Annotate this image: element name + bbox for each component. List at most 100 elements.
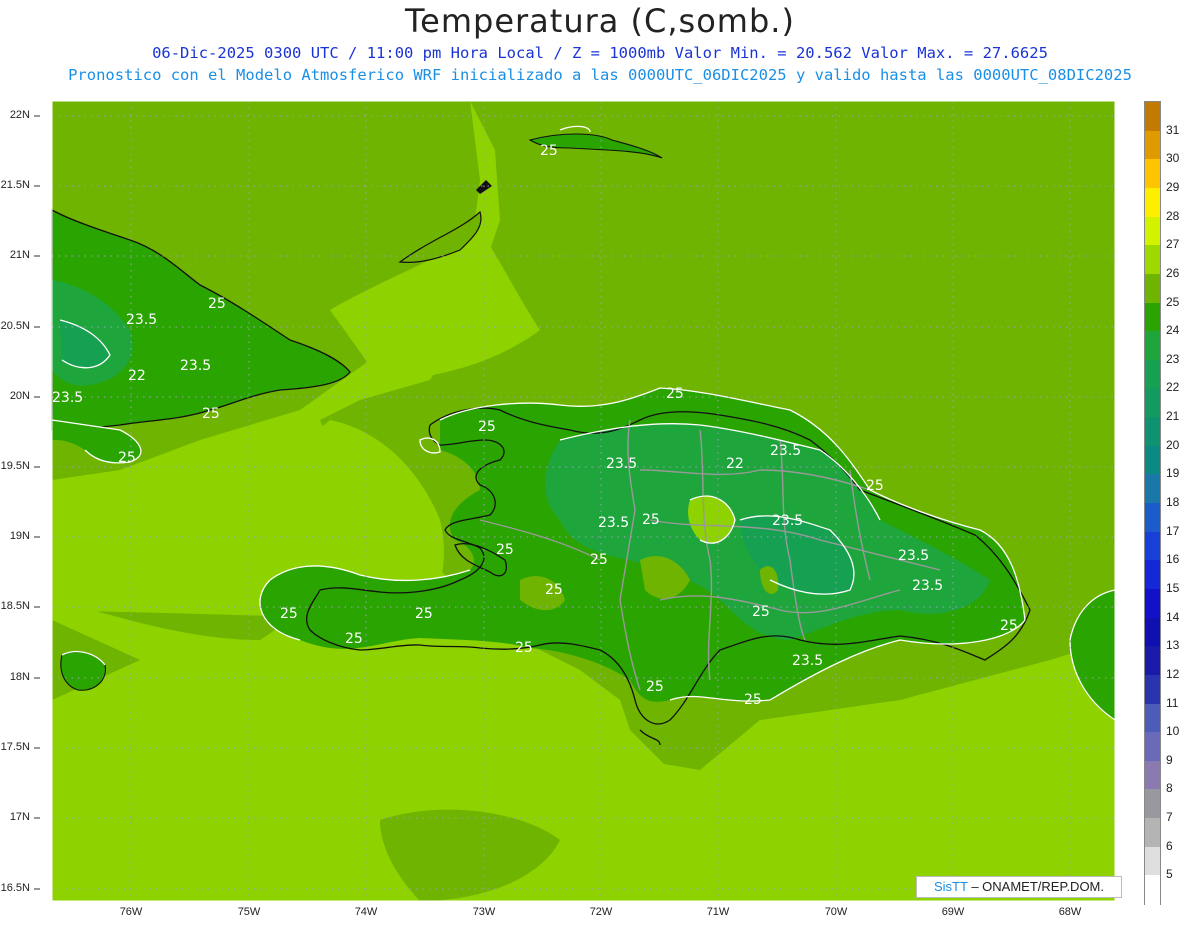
lat-label: 17N [9, 811, 30, 823]
color-scale-cell [1145, 302, 1160, 332]
contour-label: 23.5 [792, 653, 823, 669]
color-scale-label: 31 [1166, 122, 1180, 137]
contour-label: 23.5 [772, 513, 803, 529]
contour-label: 22 [726, 456, 744, 472]
lat-label: 20N [9, 390, 30, 402]
contour-label: 25 [202, 406, 220, 422]
color-scale-cell [1145, 273, 1160, 304]
contour-label: 25 [642, 512, 660, 528]
contour-label: 25 [496, 542, 514, 558]
contour-label: 23.5 [598, 515, 629, 531]
contour-label: 23.5 [180, 358, 211, 374]
contour-label: 25 [744, 692, 762, 708]
contour-label: 25 [280, 606, 298, 622]
color-scale-cell [1145, 617, 1160, 647]
color-scale-cell [1145, 503, 1160, 533]
lat-label: 18.5N [0, 600, 30, 612]
lat-label: 21N [9, 249, 30, 261]
color-scale-cell [1145, 159, 1160, 189]
contour-label: 25 [208, 296, 226, 312]
credit-box: SisTT – ONAMET/REP.DOM. [916, 876, 1122, 898]
lat-label: 17.5N [0, 741, 30, 753]
color-scale-label: 23 [1166, 351, 1180, 366]
contour-label: 25 [1000, 618, 1018, 634]
color-scale-label: 29 [1166, 179, 1180, 194]
color-scale-cell [1145, 818, 1160, 848]
color-scale-cell [1145, 875, 1160, 905]
color-scale-label: 13 [1166, 638, 1180, 653]
color-scale-cell [1145, 789, 1160, 819]
color-scale-label: 18 [1166, 495, 1180, 509]
contour-label: 25 [345, 631, 363, 647]
lon-label: 68W [1058, 906, 1082, 918]
lon-label: 75W [237, 906, 261, 918]
color-scale-cell [1145, 245, 1160, 275]
color-scale-cell [1145, 732, 1160, 762]
color-scale-cell [1145, 474, 1160, 504]
temperature-map: 25 25 23.5 23.5 22 23.5 25 25 25 25 23.5… [34, 100, 1116, 902]
contour-label: 25 [752, 604, 770, 620]
color-scale-label: 26 [1166, 265, 1180, 280]
color-scale-label: 8 [1166, 781, 1173, 796]
contour-label: 25 [646, 679, 664, 695]
lon-label: 74W [354, 906, 378, 918]
lat-label: 22N [9, 109, 30, 121]
credit-brand: SisTT [933, 879, 968, 894]
color-scale-label: 28 [1166, 208, 1180, 223]
contour-label: 23.5 [606, 456, 637, 472]
contour-label: 25 [415, 606, 433, 622]
color-scale-cell [1145, 846, 1160, 876]
color-scale-cell [1145, 531, 1160, 561]
lon-label: 71W [706, 906, 730, 918]
color-scale-label: 16 [1166, 552, 1180, 567]
color-scale-cell [1145, 417, 1160, 447]
lon-label: 72W [589, 906, 613, 918]
contour-label: 23.5 [912, 578, 943, 594]
color-scale-label: 17 [1166, 523, 1180, 538]
contour-label: 25 [478, 419, 496, 435]
color-scale-cell [1145, 216, 1160, 246]
color-scale-label: 24 [1166, 323, 1180, 338]
contour-label: 25 [515, 640, 533, 656]
contour-label: 25 [545, 582, 563, 598]
color-scale-cell [1145, 646, 1160, 676]
light-south [52, 700, 1115, 901]
color-scale-cell [1145, 331, 1160, 361]
contour-label: 23.5 [898, 548, 929, 564]
color-scale-label: 12 [1166, 666, 1180, 681]
color-scale-cell [1145, 674, 1160, 705]
contour-label: 25 [118, 450, 136, 466]
lat-label: 21.5N [0, 179, 30, 191]
color-scale-cell [1145, 703, 1160, 733]
lat-label: 19.5N [0, 460, 30, 472]
lon-label: 69W [941, 906, 965, 918]
contour-label: 23.5 [126, 312, 157, 328]
color-scale-cell [1145, 187, 1160, 218]
contour-label: 23.5 [52, 390, 83, 406]
contour-label: 25 [866, 478, 884, 494]
color-scale-bar [1144, 101, 1161, 905]
color-scale-label: 27 [1166, 237, 1180, 252]
color-scale-cell [1145, 560, 1160, 590]
lon-label: 70W [824, 906, 848, 918]
color-scale-cell [1145, 359, 1160, 390]
color-scale-cell [1145, 102, 1160, 132]
lat-label: 19N [9, 530, 30, 542]
color-scale-cell [1145, 588, 1160, 619]
contour-label: 25 [540, 143, 558, 159]
color-scale-cell [1145, 388, 1160, 418]
color-scale-cell [1145, 130, 1160, 160]
color-scale-label: 5 [1166, 867, 1173, 882]
contour-label: 25 [590, 552, 608, 568]
color-scale-label: 22 [1166, 380, 1180, 395]
lat-label: 18N [9, 671, 30, 683]
color-scale-label: 6 [1166, 838, 1173, 853]
color-scale-label: 7 [1166, 810, 1173, 825]
credit-org: ONAMET/REP.DOM. [982, 879, 1105, 894]
lon-label: 73W [472, 906, 496, 918]
color-scale-label: 20 [1166, 437, 1180, 452]
color-scale-label: 21 [1166, 409, 1180, 424]
color-scale-cell [1145, 760, 1160, 791]
color-scale-label: 14 [1166, 609, 1180, 624]
color-scale-label: 9 [1166, 752, 1173, 767]
